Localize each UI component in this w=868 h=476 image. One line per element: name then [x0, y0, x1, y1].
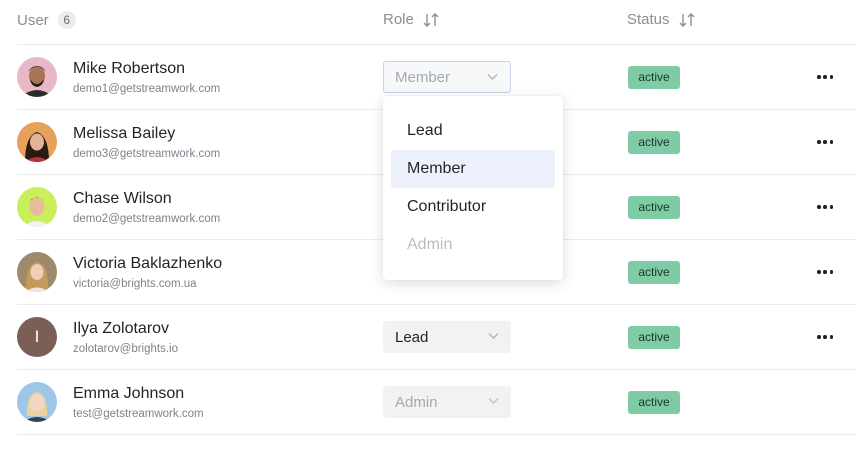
- role-column-label: Role: [383, 11, 414, 28]
- role-column-header[interactable]: Role: [383, 11, 439, 28]
- more-horizontal-icon: [817, 140, 821, 144]
- table-row: Emma Johnson test@getstreamwork.com Admi…: [17, 370, 856, 435]
- user-email: demo2@getstreamwork.com: [73, 213, 221, 225]
- status-badge: active: [628, 391, 680, 414]
- user-column-label: User: [17, 11, 49, 29]
- user-email: test@getstreamwork.com: [73, 408, 204, 420]
- user-email: victoria@brights.com.ua: [73, 278, 197, 290]
- more-options-button[interactable]: [815, 197, 835, 217]
- more-horizontal-icon: [817, 75, 821, 79]
- role-select: Admin: [383, 386, 511, 418]
- chevron-down-icon: [488, 398, 499, 404]
- chevron-down-icon: [487, 74, 498, 80]
- role-option-admin: Admin: [407, 236, 453, 253]
- more-options-button[interactable]: [815, 262, 835, 282]
- role-select[interactable]: Member: [383, 61, 511, 93]
- avatar: [17, 252, 57, 292]
- status-badge: active: [628, 261, 680, 284]
- user-column-header: User 6: [17, 11, 76, 29]
- role-select-value: Member: [395, 68, 451, 86]
- user-email: zolotarov@brights.io: [73, 343, 178, 355]
- role-dropdown-menu: Lead Member Contributor Admin: [383, 96, 563, 280]
- role-select-value: Admin: [395, 393, 438, 411]
- user-count-badge: 6: [57, 11, 76, 29]
- avatar: [17, 57, 57, 97]
- user-email: demo3@getstreamwork.com: [73, 148, 221, 160]
- sort-arrows-icon[interactable]: [679, 12, 695, 27]
- user-name: Melissa Bailey: [73, 125, 176, 142]
- role-option-lead[interactable]: Lead: [391, 112, 555, 150]
- table-header: User 6 Role Status: [17, 0, 856, 45]
- more-horizontal-icon: [817, 335, 821, 339]
- more-options-button[interactable]: [815, 132, 835, 152]
- avatar: [17, 122, 57, 162]
- user-name: Emma Johnson: [73, 385, 185, 402]
- role-option-contributor[interactable]: Contributor: [391, 188, 555, 226]
- status-badge: active: [628, 326, 680, 349]
- more-options-button[interactable]: [815, 327, 835, 347]
- user-name: Ilya Zolotarov: [73, 320, 170, 337]
- avatar: I: [17, 317, 57, 357]
- status-badge: active: [628, 66, 680, 89]
- status-badge: active: [628, 131, 680, 154]
- user-name: Victoria Baklazhenko: [73, 255, 223, 272]
- sort-arrows-icon[interactable]: [423, 12, 439, 27]
- more-options-button[interactable]: [815, 67, 835, 87]
- status-badge: active: [628, 196, 680, 219]
- user-name: Mike Robertson: [73, 60, 186, 77]
- status-column-label: Status: [627, 11, 670, 28]
- avatar: [17, 187, 57, 227]
- chevron-down-icon: [488, 333, 499, 339]
- role-option-member[interactable]: Member: [391, 150, 555, 188]
- role-select[interactable]: Lead: [383, 321, 511, 353]
- table-row: I Ilya Zolotarov zolotarov@brights.io Le…: [17, 305, 856, 370]
- user-email: demo1@getstreamwork.com: [73, 83, 221, 95]
- more-horizontal-icon: [817, 270, 821, 274]
- user-name: Chase Wilson: [73, 190, 172, 207]
- avatar: [17, 382, 57, 422]
- more-horizontal-icon: [817, 205, 821, 209]
- status-column-header[interactable]: Status: [627, 11, 695, 28]
- role-select-value: Lead: [395, 328, 429, 346]
